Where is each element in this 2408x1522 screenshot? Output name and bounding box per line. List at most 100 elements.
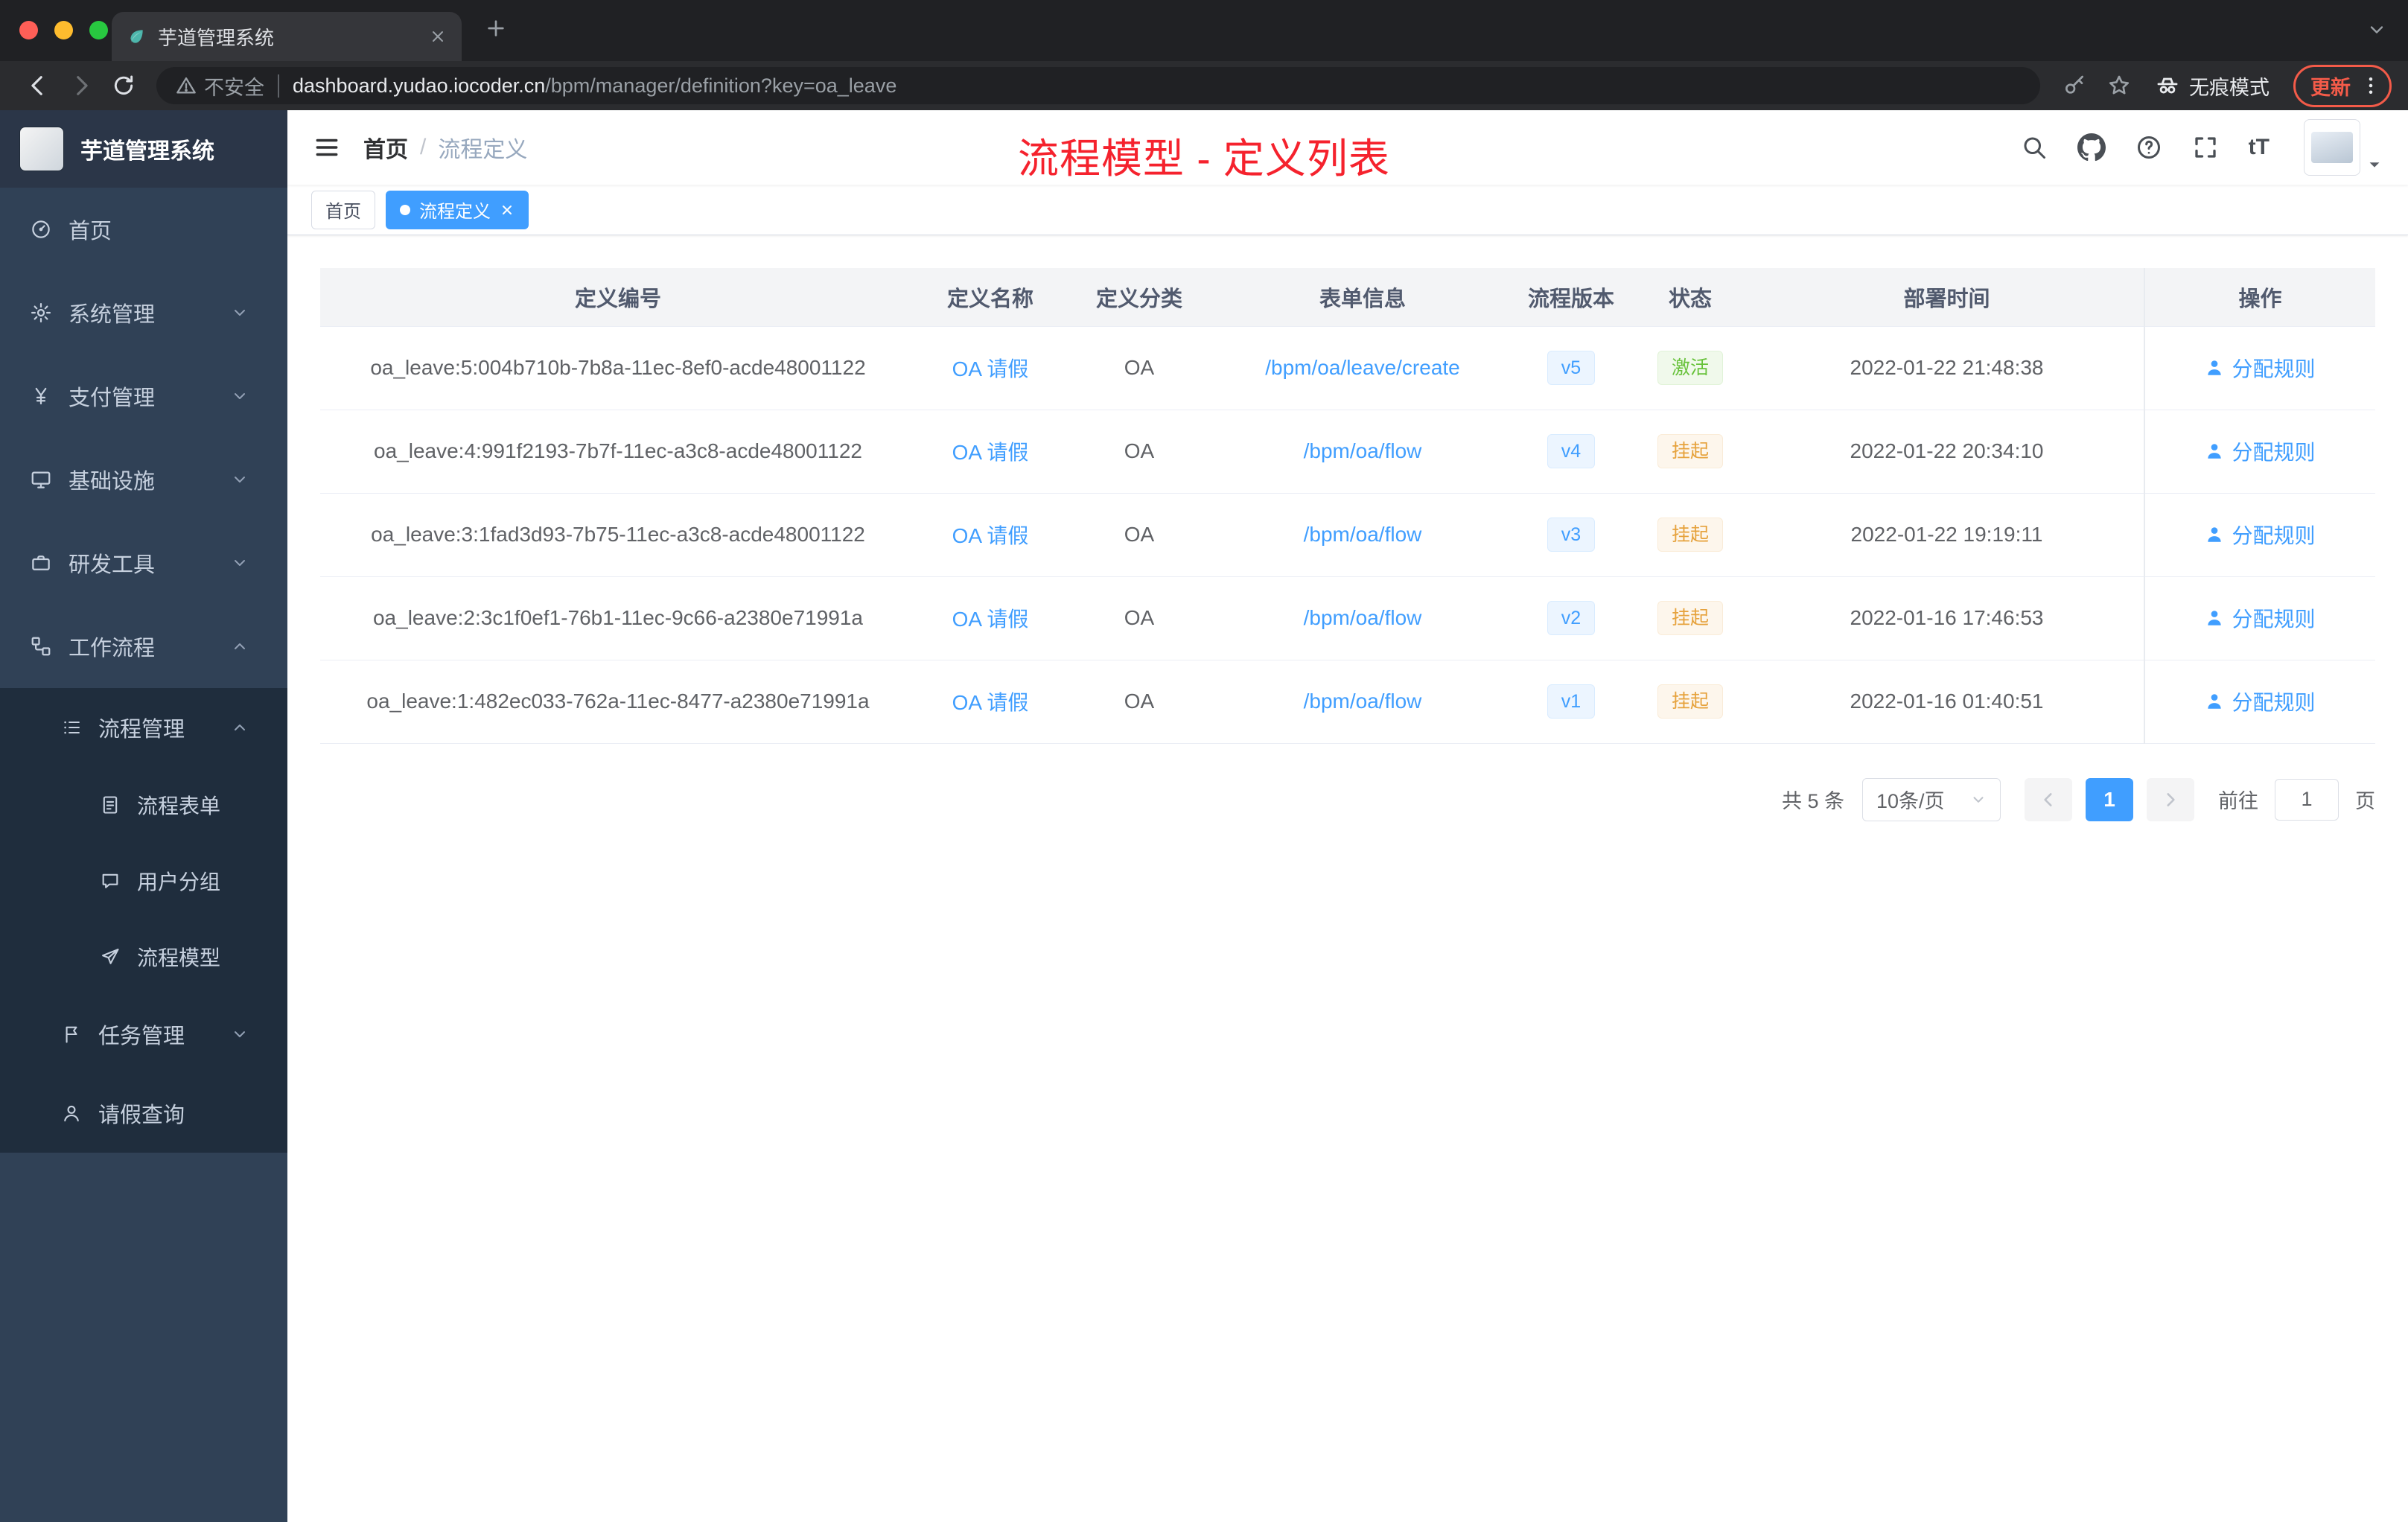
help-icon[interactable]	[2135, 134, 2162, 161]
sidebar-logo[interactable]: 芋道管理系统	[0, 110, 287, 188]
chevron-right-icon	[2167, 792, 2175, 806]
breadcrumb-home[interactable]: 首页	[363, 131, 408, 164]
sidebar-item-label: 流程表单	[137, 795, 221, 818]
form-link[interactable]: /bpm/oa/flow	[1304, 690, 1422, 713]
current-page-button[interactable]: 1	[2086, 777, 2133, 821]
definition-name-link[interactable]: OA 请假	[952, 441, 1029, 464]
search-icon[interactable]	[2021, 134, 2048, 161]
sidebar-item-label: 流程管理	[98, 718, 185, 742]
back-button[interactable]	[25, 73, 51, 98]
hamburger-icon[interactable]	[313, 133, 341, 162]
cell-deploy-time: 2022-01-22 19:19:11	[1750, 493, 2144, 577]
sidebar-item-label: 系统管理	[69, 303, 156, 327]
sidebar-item-workflow[interactable]: 工作流程	[0, 605, 287, 688]
status-badge: 激活	[1657, 351, 1723, 385]
page-unit-label: 页	[2355, 790, 2375, 812]
sidebar-item-leave-query[interactable]: 请假查询	[0, 1074, 287, 1153]
close-window-button[interactable]	[19, 21, 38, 39]
sidebar-item-devtools[interactable]: 研发工具	[0, 521, 287, 605]
sidebar-item-label: 工作流程	[69, 637, 156, 660]
assign-rule-button[interactable]: 分配规则	[2205, 353, 2316, 383]
assign-rule-button[interactable]: 分配规则	[2205, 520, 2316, 550]
sidebar-item-task-management[interactable]: 任务管理	[0, 995, 287, 1074]
tab-search-chevron-icon[interactable]	[2366, 19, 2387, 40]
refresh-button[interactable]	[112, 74, 136, 98]
chevron-up-icon	[231, 719, 265, 736]
assign-rule-button[interactable]: 分配规则	[2205, 436, 2316, 466]
definition-name-link[interactable]: OA 请假	[952, 608, 1029, 631]
cell-deploy-time: 2022-01-22 21:48:38	[1750, 326, 2144, 410]
person-icon	[2208, 694, 2222, 709]
toolbox-icon	[32, 555, 50, 570]
caret-down-icon	[2366, 156, 2383, 176]
tag-label: 首页	[325, 202, 361, 222]
table-row: oa_leave:1:482ec033-762a-11ec-8477-a2380…	[320, 660, 2375, 744]
sidebar-item-process-model[interactable]: 流程模型	[0, 919, 287, 995]
tag-close-icon[interactable]	[500, 203, 515, 217]
version-badge: v1	[1547, 684, 1596, 719]
fullscreen-icon[interactable]	[2192, 134, 2219, 161]
browser-update-menu-button[interactable]: 更新	[2293, 64, 2392, 107]
security-warning-icon	[176, 75, 197, 96]
form-link[interactable]: /bpm/oa/leave/create	[1265, 356, 1460, 379]
sidebar-item-user-group[interactable]: 用户分组	[0, 843, 287, 919]
github-icon[interactable]	[2077, 133, 2106, 162]
chevron-down-icon	[231, 387, 265, 405]
column-header: 部署时间	[1750, 268, 2144, 327]
browser-tab[interactable]: 芋道管理系统	[112, 12, 462, 61]
prev-page-button[interactable]	[2025, 777, 2072, 821]
form-link[interactable]: /bpm/oa/flow	[1304, 606, 1422, 629]
list-icon	[64, 721, 80, 734]
assign-rule-button[interactable]: 分配规则	[2205, 687, 2316, 716]
minimize-window-button[interactable]	[54, 21, 73, 39]
tag-home[interactable]: 首页	[311, 190, 375, 229]
table-row: oa_leave:2:3c1f0ef1-76b1-11ec-9c66-a2380…	[320, 576, 2375, 660]
sidebar-item-payment[interactable]: 支付管理	[0, 354, 287, 438]
font-size-icon[interactable]: tT	[2249, 135, 2270, 160]
form-link[interactable]: /bpm/oa/flow	[1304, 523, 1422, 546]
person-icon	[2208, 444, 2222, 459]
url-path: /bpm/manager/definition?key=oa_leave	[545, 74, 897, 97]
page-size-select[interactable]: 10条/页	[1862, 777, 2001, 821]
zoom-window-button[interactable]	[89, 21, 108, 39]
column-header: 状态	[1631, 268, 1750, 327]
assign-rule-button[interactable]: 分配规则	[2205, 603, 2316, 633]
cell-category: OA	[1065, 493, 1214, 577]
tab-close-icon[interactable]	[429, 28, 447, 45]
sidebar-item-system[interactable]: 系统管理	[0, 271, 287, 354]
definition-name-link[interactable]: OA 请假	[952, 524, 1029, 547]
paper-plane-icon	[102, 949, 119, 964]
table-header-row: 定义编号 定义名称 定义分类 表单信息 流程版本 状态 部署时间 操作	[320, 268, 2375, 327]
security-label[interactable]: 不安全	[204, 71, 264, 101]
sidebar-item-infrastructure[interactable]: 基础设施	[0, 438, 287, 521]
cell-definition-id: oa_leave:3:1fad3d93-7b75-11ec-a3c8-acde4…	[320, 493, 916, 577]
forward-button[interactable]	[69, 73, 94, 98]
address-bar[interactable]: 不安全 dashboard.yudao.iocoder.cn/bpm/manag…	[156, 67, 2040, 104]
definition-name-link[interactable]: OA 请假	[952, 357, 1029, 380]
browser-toolbar: 不安全 dashboard.yudao.iocoder.cn/bpm/manag…	[0, 61, 2408, 110]
main-area: 流程模型 - 定义列表 首页 / 流程定义 tT 首页 流程定义 定义编号 定义…	[287, 110, 2408, 1522]
cell-deploy-time: 2022-01-16 01:40:51	[1750, 660, 2144, 744]
sidebar-item-label: 首页	[69, 220, 112, 243]
version-badge: v3	[1547, 518, 1596, 552]
status-badge: 挂起	[1657, 434, 1723, 468]
definition-name-link[interactable]: OA 请假	[952, 691, 1029, 714]
chevron-down-icon	[231, 1025, 265, 1043]
form-link[interactable]: /bpm/oa/flow	[1304, 439, 1422, 462]
user-avatar-menu[interactable]	[2304, 119, 2383, 176]
goto-label: 前往	[2218, 790, 2258, 812]
sidebar-item-home[interactable]: 首页	[0, 188, 287, 271]
column-header: 定义名称	[916, 268, 1065, 327]
sidebar-item-process-management[interactable]: 流程管理	[0, 688, 287, 767]
tag-process-definition[interactable]: 流程定义	[386, 190, 529, 229]
new-tab-button[interactable]	[484, 16, 508, 40]
sidebar: 芋道管理系统 首页 系统管理 支付管理 基础设施 研发工具 工作流程 流程管理 …	[0, 110, 287, 1522]
sidebar-item-process-form[interactable]: 流程表单	[0, 767, 287, 843]
column-header: 定义分类	[1065, 268, 1214, 327]
password-key-icon[interactable]	[2063, 74, 2086, 98]
goto-page-input[interactable]	[2275, 778, 2339, 821]
next-page-button[interactable]	[2147, 777, 2194, 821]
bookmark-star-icon[interactable]	[2107, 74, 2131, 98]
pagination: 共 5 条 10条/页 1 前往 1 页	[320, 777, 2375, 821]
browser-window: 芋道管理系统 不安全 dashboard.yudao.iocoder.cn /b…	[0, 0, 2408, 1522]
